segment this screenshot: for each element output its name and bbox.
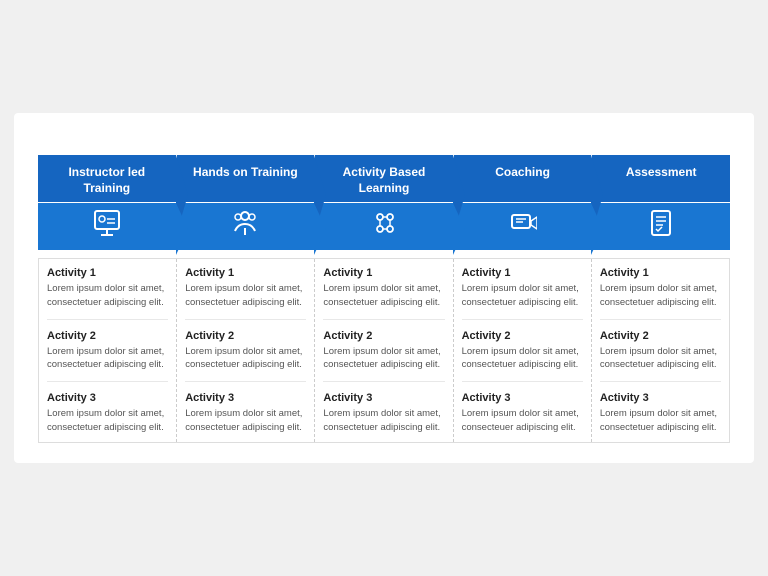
activity-text-hands-on-1: Lorem ipsum dolor sit amet, consectetuer… <box>185 282 306 309</box>
assessment-icon <box>647 209 675 242</box>
activity-text-coaching-3: Lorem ipsum dolor sit amet, consecteuer … <box>462 407 583 434</box>
slide: Instructor led TrainingHands on Training… <box>14 113 754 463</box>
activity-text-instructor-led-3: Lorem ipsum dolor sit amet, consectetuer… <box>47 407 168 434</box>
content-area: Activity 1 Lorem ipsum dolor sit amet, c… <box>38 258 730 443</box>
activity-block-assessment-2: Activity 2 Lorem ipsum dolor sit amet, c… <box>600 330 721 383</box>
activity-title-instructor-led-3: Activity 3 <box>47 392 168 404</box>
icon-row <box>38 203 730 250</box>
activity-block-activity-based-1: Activity 1 Lorem ipsum dolor sit amet, c… <box>323 267 444 320</box>
icon-cell-hands-on <box>177 203 315 250</box>
activity-text-assessment-2: Lorem ipsum dolor sit amet, consectetuer… <box>600 345 721 372</box>
activity-title-activity-based-3: Activity 3 <box>323 392 444 404</box>
content-col-instructor-led: Activity 1 Lorem ipsum dolor sit amet, c… <box>39 259 177 442</box>
activity-block-activity-based-2: Activity 2 Lorem ipsum dolor sit amet, c… <box>323 330 444 383</box>
activity-text-hands-on-3: Lorem ipsum dolor sit amet, consectetuer… <box>185 407 306 434</box>
content-col-hands-on: Activity 1 Lorem ipsum dolor sit amet, c… <box>177 259 315 442</box>
coaching-icon <box>509 209 537 242</box>
activity-block-coaching-3: Activity 3 Lorem ipsum dolor sit amet, c… <box>462 392 583 434</box>
activity-title-instructor-led-2: Activity 2 <box>47 330 168 342</box>
activity-block-assessment-1: Activity 1 Lorem ipsum dolor sit amet, c… <box>600 267 721 320</box>
activity-title-assessment-1: Activity 1 <box>600 267 721 279</box>
activity-block-hands-on-3: Activity 3 Lorem ipsum dolor sit amet, c… <box>185 392 306 434</box>
activity-title-assessment-3: Activity 3 <box>600 392 721 404</box>
activity-title-coaching-2: Activity 2 <box>462 330 583 342</box>
activity-block-instructor-led-1: Activity 1 Lorem ipsum dolor sit amet, c… <box>47 267 168 320</box>
content-col-coaching: Activity 1 Lorem ipsum dolor sit amet, c… <box>454 259 592 442</box>
handson-icon <box>231 209 259 242</box>
activity-block-instructor-led-2: Activity 2 Lorem ipsum dolor sit amet, c… <box>47 330 168 383</box>
activity-text-assessment-1: Lorem ipsum dolor sit amet, consectetuer… <box>600 282 721 309</box>
icon-cell-coaching <box>454 203 592 250</box>
activity-title-activity-based-2: Activity 2 <box>323 330 444 342</box>
activity-text-coaching-1: Lorem ipsum dolor sit amet, consectetuer… <box>462 282 583 309</box>
icon-cell-instructor-led <box>38 203 176 250</box>
activity-block-hands-on-2: Activity 2 Lorem ipsum dolor sit amet, c… <box>185 330 306 383</box>
activity-title-hands-on-3: Activity 3 <box>185 392 306 404</box>
activity-text-coaching-2: Lorem ipsum dolor sit amet, consectetuer… <box>462 345 583 372</box>
activity-text-assessment-3: Lorem ipsum dolor sit amet, consectetuer… <box>600 407 721 434</box>
activity-text-activity-based-2: Lorem ipsum dolor sit amet, consectetuer… <box>323 345 444 372</box>
activity-block-assessment-3: Activity 3 Lorem ipsum dolor sit amet, c… <box>600 392 721 434</box>
activity-block-coaching-1: Activity 1 Lorem ipsum dolor sit amet, c… <box>462 267 583 320</box>
activity-block-coaching-2: Activity 2 Lorem ipsum dolor sit amet, c… <box>462 330 583 383</box>
header-row: Instructor led TrainingHands on Training… <box>38 155 730 202</box>
activity-text-activity-based-1: Lorem ipsum dolor sit amet, consectetuer… <box>323 282 444 309</box>
activity-block-activity-based-3: Activity 3 Lorem ipsum dolor sit amet, c… <box>323 392 444 434</box>
activity-title-coaching-3: Activity 3 <box>462 392 583 404</box>
content-col-activity-based: Activity 1 Lorem ipsum dolor sit amet, c… <box>315 259 453 442</box>
instructor-icon <box>93 209 121 242</box>
activity-title-hands-on-1: Activity 1 <box>185 267 306 279</box>
activity-block-hands-on-1: Activity 1 Lorem ipsum dolor sit amet, c… <box>185 267 306 320</box>
icon-cell-assessment <box>592 203 730 250</box>
activity-text-instructor-led-2: Lorem ipsum dolor sit amet, consectetuer… <box>47 345 168 372</box>
header-cell-instructor-led: Instructor led Training <box>38 155 176 202</box>
activity-text-instructor-led-1: Lorem ipsum dolor sit amet, consectetuer… <box>47 282 168 309</box>
header-cell-coaching: Coaching <box>454 155 592 202</box>
activity-title-instructor-led-1: Activity 1 <box>47 267 168 279</box>
activity-title-activity-based-1: Activity 1 <box>323 267 444 279</box>
icon-cell-activity-based <box>315 203 453 250</box>
activity-title-hands-on-2: Activity 2 <box>185 330 306 342</box>
activity-text-activity-based-3: Lorem ipsum dolor sit amet, consectetuer… <box>323 407 444 434</box>
header-cell-assessment: Assessment <box>592 155 730 202</box>
activity-text-hands-on-2: Lorem ipsum dolor sit amet, consectetuer… <box>185 345 306 372</box>
activity-icon <box>370 209 398 242</box>
activity-block-instructor-led-3: Activity 3 Lorem ipsum dolor sit amet, c… <box>47 392 168 434</box>
header-cell-activity-based: Activity Based Learning <box>315 155 453 202</box>
content-col-assessment: Activity 1 Lorem ipsum dolor sit amet, c… <box>592 259 729 442</box>
activity-title-assessment-2: Activity 2 <box>600 330 721 342</box>
header-cell-hands-on: Hands on Training <box>177 155 315 202</box>
activity-title-coaching-1: Activity 1 <box>462 267 583 279</box>
